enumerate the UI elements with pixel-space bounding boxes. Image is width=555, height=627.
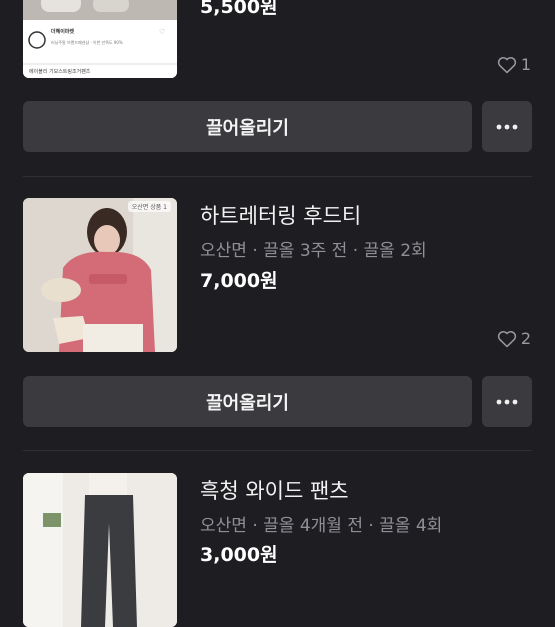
product-title[interactable]: 흑청 와이드 팬츠 xyxy=(200,475,349,505)
bump-button-label: 끌어올리기 xyxy=(206,117,289,139)
heart-icon xyxy=(497,56,516,73)
product-price: 5,500원 xyxy=(200,0,278,18)
like-count[interactable]: 2 xyxy=(497,329,531,348)
thumb-tag: 오산면 상품 1 xyxy=(127,201,171,212)
more-dots-icon xyxy=(496,124,518,129)
product-price: 3,000원 xyxy=(200,544,278,566)
product-thumbnail[interactable]: 오산면 상품 1 xyxy=(23,198,177,352)
product-photo xyxy=(23,0,177,78)
product-photo xyxy=(23,473,177,627)
more-dots-icon xyxy=(496,399,518,404)
thumb-brand-name: 더혜이마켓 xyxy=(51,29,75,35)
like-count-value: 2 xyxy=(520,329,531,348)
more-options-button[interactable] xyxy=(482,376,532,427)
like-count-value: 1 xyxy=(520,55,531,74)
bump-button[interactable]: 끌어올리기 xyxy=(23,376,472,427)
product-meta: 오산면 · 끌올 4개월 전 · 끌올 4회 xyxy=(200,516,443,536)
product-meta: 오산면 · 끌올 3주 전 · 끌올 2회 xyxy=(200,241,427,261)
product-price: 7,000원 xyxy=(200,270,278,292)
product-title[interactable]: 하트레터링 후드티 xyxy=(200,200,361,230)
more-options-button[interactable] xyxy=(482,101,532,152)
product-photo xyxy=(23,198,177,352)
product-thumbnail[interactable]: 더혜이마켓 러닝주말 브랜드패션샵 · 이번 만족도 90% ♡ 에이블리 기모… xyxy=(23,0,177,78)
heart-icon xyxy=(497,330,516,347)
product-thumbnail[interactable] xyxy=(23,473,177,627)
divider xyxy=(23,176,532,177)
thumb-heart-icon: ♡ xyxy=(159,28,166,36)
divider xyxy=(23,450,532,451)
thumb-brand-desc: 러닝주말 브랜드패션샵 · 이번 만족도 90% xyxy=(51,40,123,45)
like-count[interactable]: 1 xyxy=(497,55,531,74)
bump-button[interactable]: 끌어올리기 xyxy=(23,101,472,152)
thumb-caption: 에이블리 기모스트링조거팬츠 xyxy=(29,69,91,75)
bump-button-label: 끌어올리기 xyxy=(206,392,289,414)
